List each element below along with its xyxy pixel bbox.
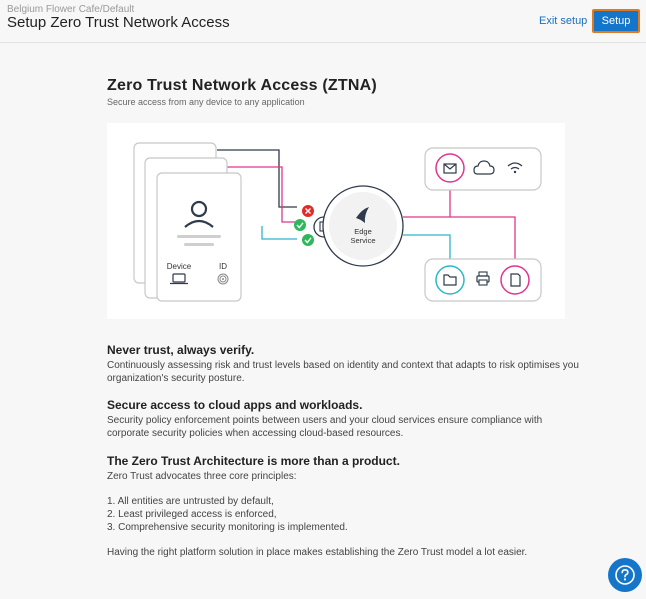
exit-setup-link[interactable]: Exit setup	[539, 15, 587, 27]
principle-item: 2. Least privileged access is enforced,	[107, 509, 277, 520]
folder-node	[435, 265, 465, 295]
section-body-cloud: Security policy enforcement points betwe…	[107, 415, 543, 439]
ztna-diagram-svg: Device ID Edge Service	[133, 142, 542, 302]
section-body-verify: Continuously assessing risk and trust le…	[107, 360, 579, 384]
ztna-subtitle: Secure access from any device to any app…	[107, 97, 305, 107]
edge-label-line1: Edge	[354, 227, 372, 236]
section-body-architecture: Zero Trust advocates three core principl…	[107, 471, 297, 482]
section-heading-cloud: Secure access to cloud apps and workload…	[107, 398, 363, 412]
section-heading-verify: Never trust, always verify.	[107, 343, 255, 357]
ztna-diagram: Device ID Edge Service	[107, 123, 565, 319]
allow-status-icon	[302, 234, 314, 246]
page-header: Belgium Flower Cafe/Default Setup Zero T…	[0, 0, 646, 43]
placeholder-bar	[184, 243, 214, 246]
mail-node	[435, 153, 465, 183]
principle-item: 1. All entities are untrusted by default…	[107, 496, 274, 507]
connection-line-teal	[261, 226, 297, 240]
edge-label-line2: Service	[350, 236, 375, 245]
device-label: Device	[167, 262, 192, 271]
allow-status-icon	[294, 219, 306, 231]
setup-button[interactable]: Setup	[592, 9, 640, 33]
closing-text: Having the right platform solution in pl…	[107, 547, 528, 558]
principle-item: 3. Comprehensive security monitoring is …	[107, 522, 348, 533]
sd-card-node	[500, 265, 530, 295]
edge-service-inner	[329, 192, 397, 260]
page-title: Setup Zero Trust Network Access	[7, 14, 230, 31]
ztna-title: Zero Trust Network Access (ZTNA)	[107, 77, 377, 94]
help-button[interactable]	[608, 558, 642, 592]
question-icon	[615, 565, 635, 585]
id-label: ID	[219, 262, 227, 271]
placeholder-bar	[177, 235, 221, 238]
fingerprint-icon	[217, 273, 229, 285]
section-heading-architecture: The Zero Trust Architecture is more than…	[107, 454, 400, 468]
deny-status-icon	[302, 205, 314, 217]
